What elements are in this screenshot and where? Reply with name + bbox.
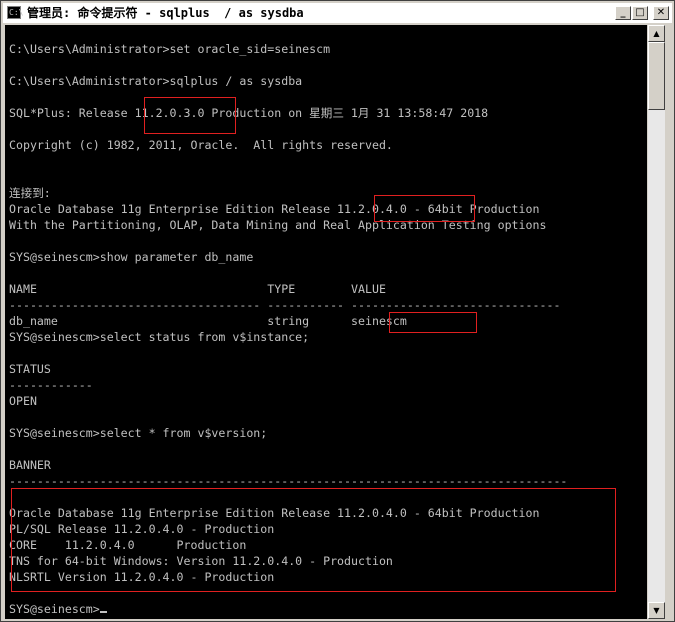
console-line: Copyright (c) 1982, 2011, Oracle. All ri… [9, 138, 393, 152]
console-line: SYS@seinescm> [9, 601, 107, 617]
scroll-up-button[interactable]: ▲ [648, 25, 665, 42]
console-line: ------------------------------------ ---… [9, 298, 561, 312]
console-line: OPEN [9, 394, 37, 408]
console-line: NLSRTL Version 11.2.0.4.0 - Production [9, 570, 275, 584]
cmd-icon[interactable]: C:\ [7, 6, 23, 19]
console-line: C:\Users\Administrator>set oracle_sid=se… [9, 42, 331, 56]
title-bar[interactable]: C:\ 管理员: 命令提示符 - sqlplus / as sysdba _ □… [3, 3, 672, 23]
minimize-button[interactable]: _ [615, 6, 631, 20]
scroll-up-arrow-icon: ▲ [653, 29, 660, 38]
maximize-button[interactable]: □ [632, 6, 648, 20]
scroll-down-arrow-icon: ▼ [653, 606, 660, 615]
console-line: With the Partitioning, OLAP, Data Mining… [9, 218, 547, 232]
console-line: 连接到: [9, 186, 51, 200]
text-cursor [99, 611, 107, 613]
console-line: BANNER [9, 458, 51, 472]
scroll-down-button[interactable]: ▼ [648, 602, 665, 619]
console-line: db_name string seinescm [9, 314, 407, 328]
maximize-icon: □ [635, 7, 645, 18]
close-button[interactable]: ✕ [653, 6, 669, 20]
console-line: STATUS [9, 362, 51, 376]
console-line: SYS@seinescm>select * from v$version; [9, 426, 268, 440]
console-line: C:\Users\Administrator>sqlplus / as sysd… [9, 74, 303, 88]
close-icon: ✕ [656, 7, 666, 18]
console-line: PL/SQL Release 11.2.0.4.0 - Production [9, 522, 275, 536]
console-line: Oracle Database 11g Enterprise Edition R… [9, 202, 540, 216]
command-prompt-window: C:\ 管理员: 命令提示符 - sqlplus / as sysdba _ □… [0, 0, 675, 622]
console-line: SYS@seinescm>select status from v$instan… [9, 330, 310, 344]
console-line: SQL*Plus: Release 11.2.0.3.0 Production … [9, 106, 489, 120]
console-line: Oracle Database 11g Enterprise Edition R… [9, 506, 540, 520]
console-line: NAME TYPE VALUE [9, 282, 386, 296]
window-title: 管理员: 命令提示符 - sqlplus / as sysdba [27, 6, 304, 20]
console-line: ------------ [9, 378, 93, 392]
console-output[interactable]: C:\Users\Administrator>set oracle_sid=se… [5, 25, 647, 619]
vertical-scrollbar[interactable]: ▲ ▼ [648, 25, 665, 619]
console-line: CORE 11.2.0.4.0 Production [9, 538, 247, 552]
console-line: ----------------------------------------… [9, 474, 568, 488]
scrollbar-thumb[interactable] [648, 42, 665, 110]
minimize-icon: _ [620, 7, 626, 18]
console-line: TNS for 64-bit Windows: Version 11.2.0.4… [9, 554, 393, 568]
console-line: SYS@seinescm>show parameter db_name [9, 250, 254, 264]
